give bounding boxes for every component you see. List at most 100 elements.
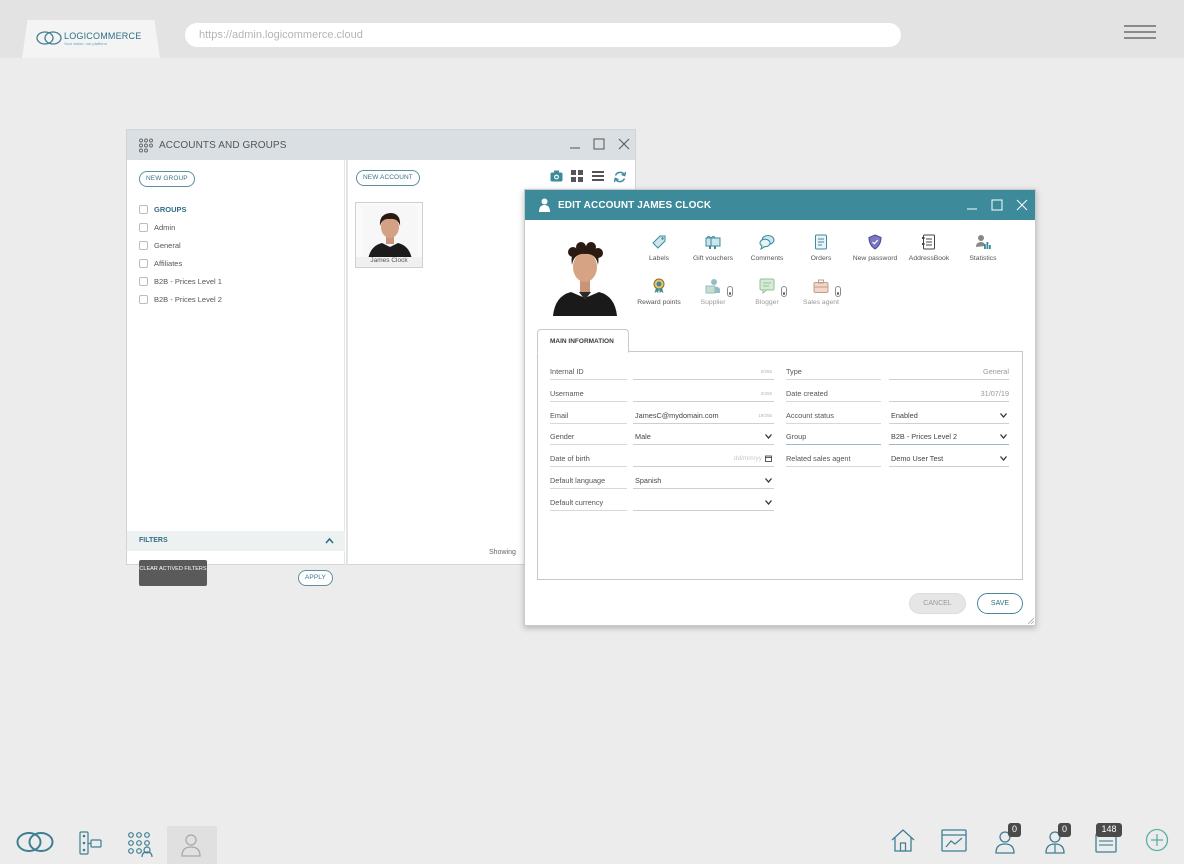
logicommerce-logo-icon (36, 31, 62, 45)
add-circle-icon[interactable] (1145, 828, 1169, 852)
calendar-icon[interactable] (765, 455, 772, 462)
internal-id-input[interactable]: 0/255 (633, 367, 774, 380)
group-row-admin[interactable]: Admin (139, 218, 222, 236)
gift-vouchers-action[interactable]: Gift vouchers (685, 234, 741, 270)
person-icon[interactable] (180, 833, 202, 857)
supplier-action[interactable]: Supplier (685, 278, 741, 314)
profile-photo[interactable] (551, 234, 619, 316)
camera-icon[interactable] (550, 170, 563, 182)
logo-tagline: Your vision, our platform (64, 41, 107, 46)
blogger-icon (759, 278, 775, 294)
logicommerce-home-icon[interactable] (16, 830, 54, 854)
group-label: B2B - Prices Level 1 (154, 276, 222, 286)
account-card[interactable]: James Clock (355, 202, 423, 268)
accounts-groups-icon[interactable] (127, 831, 153, 857)
checkbox[interactable] (139, 276, 148, 286)
blogger-toggle[interactable] (781, 286, 787, 297)
action-label: AddressBook (908, 255, 950, 262)
edit-window-titlebar[interactable]: EDIT ACCOUNT JAMES CLOCK (525, 190, 1035, 220)
checkbox[interactable] (139, 240, 148, 250)
default-language-select[interactable]: Spanish (633, 476, 774, 489)
users-badge: 0 (1008, 823, 1021, 837)
tag-icon (652, 235, 666, 249)
save-button[interactable]: SAVE (977, 593, 1023, 614)
chevron-up-icon[interactable] (325, 536, 334, 545)
new-account-button[interactable]: NEW ACCOUNT (356, 170, 420, 186)
username-label: Username (550, 389, 627, 402)
statistics-icon (976, 235, 991, 249)
minimize-icon[interactable] (966, 199, 978, 211)
refresh-icon[interactable] (613, 170, 627, 184)
close-icon[interactable] (618, 138, 630, 150)
date-of-birth-input[interactable]: dd/mm/yy (633, 454, 774, 467)
clear-filters-button[interactable]: CLEAR ACTIVED FILTERS (139, 560, 207, 586)
group-row-b2b-level-1[interactable]: B2B - Prices Level 1 (139, 272, 222, 290)
briefcase-icon (813, 279, 829, 293)
group-row-affiliates[interactable]: Affiliates (139, 254, 222, 272)
apply-filters-button[interactable]: APPLY (298, 570, 333, 586)
checkbox[interactable] (139, 222, 148, 232)
account-photo (362, 206, 418, 260)
checkbox[interactable] (139, 204, 148, 214)
minimize-icon[interactable] (569, 138, 581, 150)
supplier-toggle[interactable] (727, 286, 733, 297)
showing-label: Showing (489, 549, 516, 556)
maximize-icon[interactable] (991, 199, 1003, 211)
group-row-general[interactable]: General (139, 236, 222, 254)
filters-section-header[interactable]: FILTERS (127, 531, 345, 551)
sales-agent-toggle[interactable] (835, 286, 841, 297)
account-status-select[interactable]: Enabled (889, 411, 1009, 424)
chevron-down-icon (765, 500, 772, 505)
blogger-action[interactable]: Blogger (739, 278, 795, 314)
new-password-action[interactable]: New password (847, 234, 903, 270)
account-status-value: Enabled (891, 411, 918, 420)
dashboard-window-icon[interactable] (941, 829, 967, 853)
reward-points-action[interactable]: Reward points (631, 278, 687, 314)
addressbook-action[interactable]: AddressBook (901, 234, 957, 270)
resize-grip-icon[interactable] (1028, 618, 1034, 624)
checkbox[interactable] (139, 258, 148, 268)
accounts-window-titlebar[interactable]: ACCOUNTS AND GROUPS (127, 130, 635, 160)
date-created-label: Date created (786, 389, 881, 402)
cancel-button[interactable]: CANCEL (909, 593, 966, 614)
edit-account-window: EDIT ACCOUNT JAMES CLOCK Labels Gift vou… (524, 189, 1036, 626)
action-label: Reward points (637, 299, 681, 306)
date-created-value: 31/07/19 (889, 389, 1009, 402)
default-currency-select[interactable] (633, 498, 774, 511)
catalog-icon[interactable] (79, 831, 103, 855)
email-label: Email (550, 411, 627, 424)
gender-select[interactable]: Male (633, 432, 774, 445)
close-icon[interactable] (1016, 199, 1028, 211)
statistics-action[interactable]: Statistics (955, 234, 1011, 270)
account-actions: Labels Gift vouchers Comments Orders New… (631, 234, 1021, 312)
labels-action[interactable]: Labels (631, 234, 687, 270)
chevron-down-icon (1000, 434, 1007, 439)
sales-agent-action[interactable]: Sales agent (793, 278, 849, 314)
email-input[interactable]: JamesC@mydomain.com 19/255 (633, 411, 774, 424)
username-input[interactable]: 0/255 (633, 389, 774, 402)
type-value: General (889, 367, 1009, 380)
char-counter: 0/255 (760, 369, 772, 374)
related-sales-agent-value: Demo User Test (891, 454, 944, 463)
related-sales-agent-select[interactable]: Demo User Test (889, 454, 1009, 467)
list-view-icon[interactable] (592, 170, 604, 182)
group-row-b2b-level-2[interactable]: B2B - Prices Level 2 (139, 290, 222, 308)
orders-action[interactable]: Orders (793, 234, 849, 270)
reward-medal-icon (653, 278, 665, 294)
date-placeholder: dd/mm/yy (733, 455, 762, 462)
tab-main-information[interactable]: MAIN INFORMATION (537, 329, 629, 353)
group-select[interactable]: B2B - Prices Level 2 (889, 432, 1009, 445)
group-label: Affiliates (154, 258, 183, 268)
group-row-all[interactable]: GROUPS (139, 200, 222, 218)
edit-window-title: EDIT ACCOUNT JAMES CLOCK (558, 200, 712, 211)
action-label: Sales agent (803, 299, 839, 306)
hamburger-menu-icon[interactable] (1124, 25, 1156, 41)
url-bar[interactable]: https://admin.logicommerce.cloud (185, 23, 901, 47)
comments-action[interactable]: Comments (739, 234, 795, 270)
maximize-icon[interactable] (593, 138, 605, 150)
email-value: JamesC@mydomain.com (635, 411, 719, 420)
grid-view-icon[interactable] (571, 170, 583, 182)
home-icon[interactable] (890, 827, 916, 853)
checkbox[interactable] (139, 294, 148, 304)
new-group-button[interactable]: NEW GROUP (139, 171, 195, 187)
